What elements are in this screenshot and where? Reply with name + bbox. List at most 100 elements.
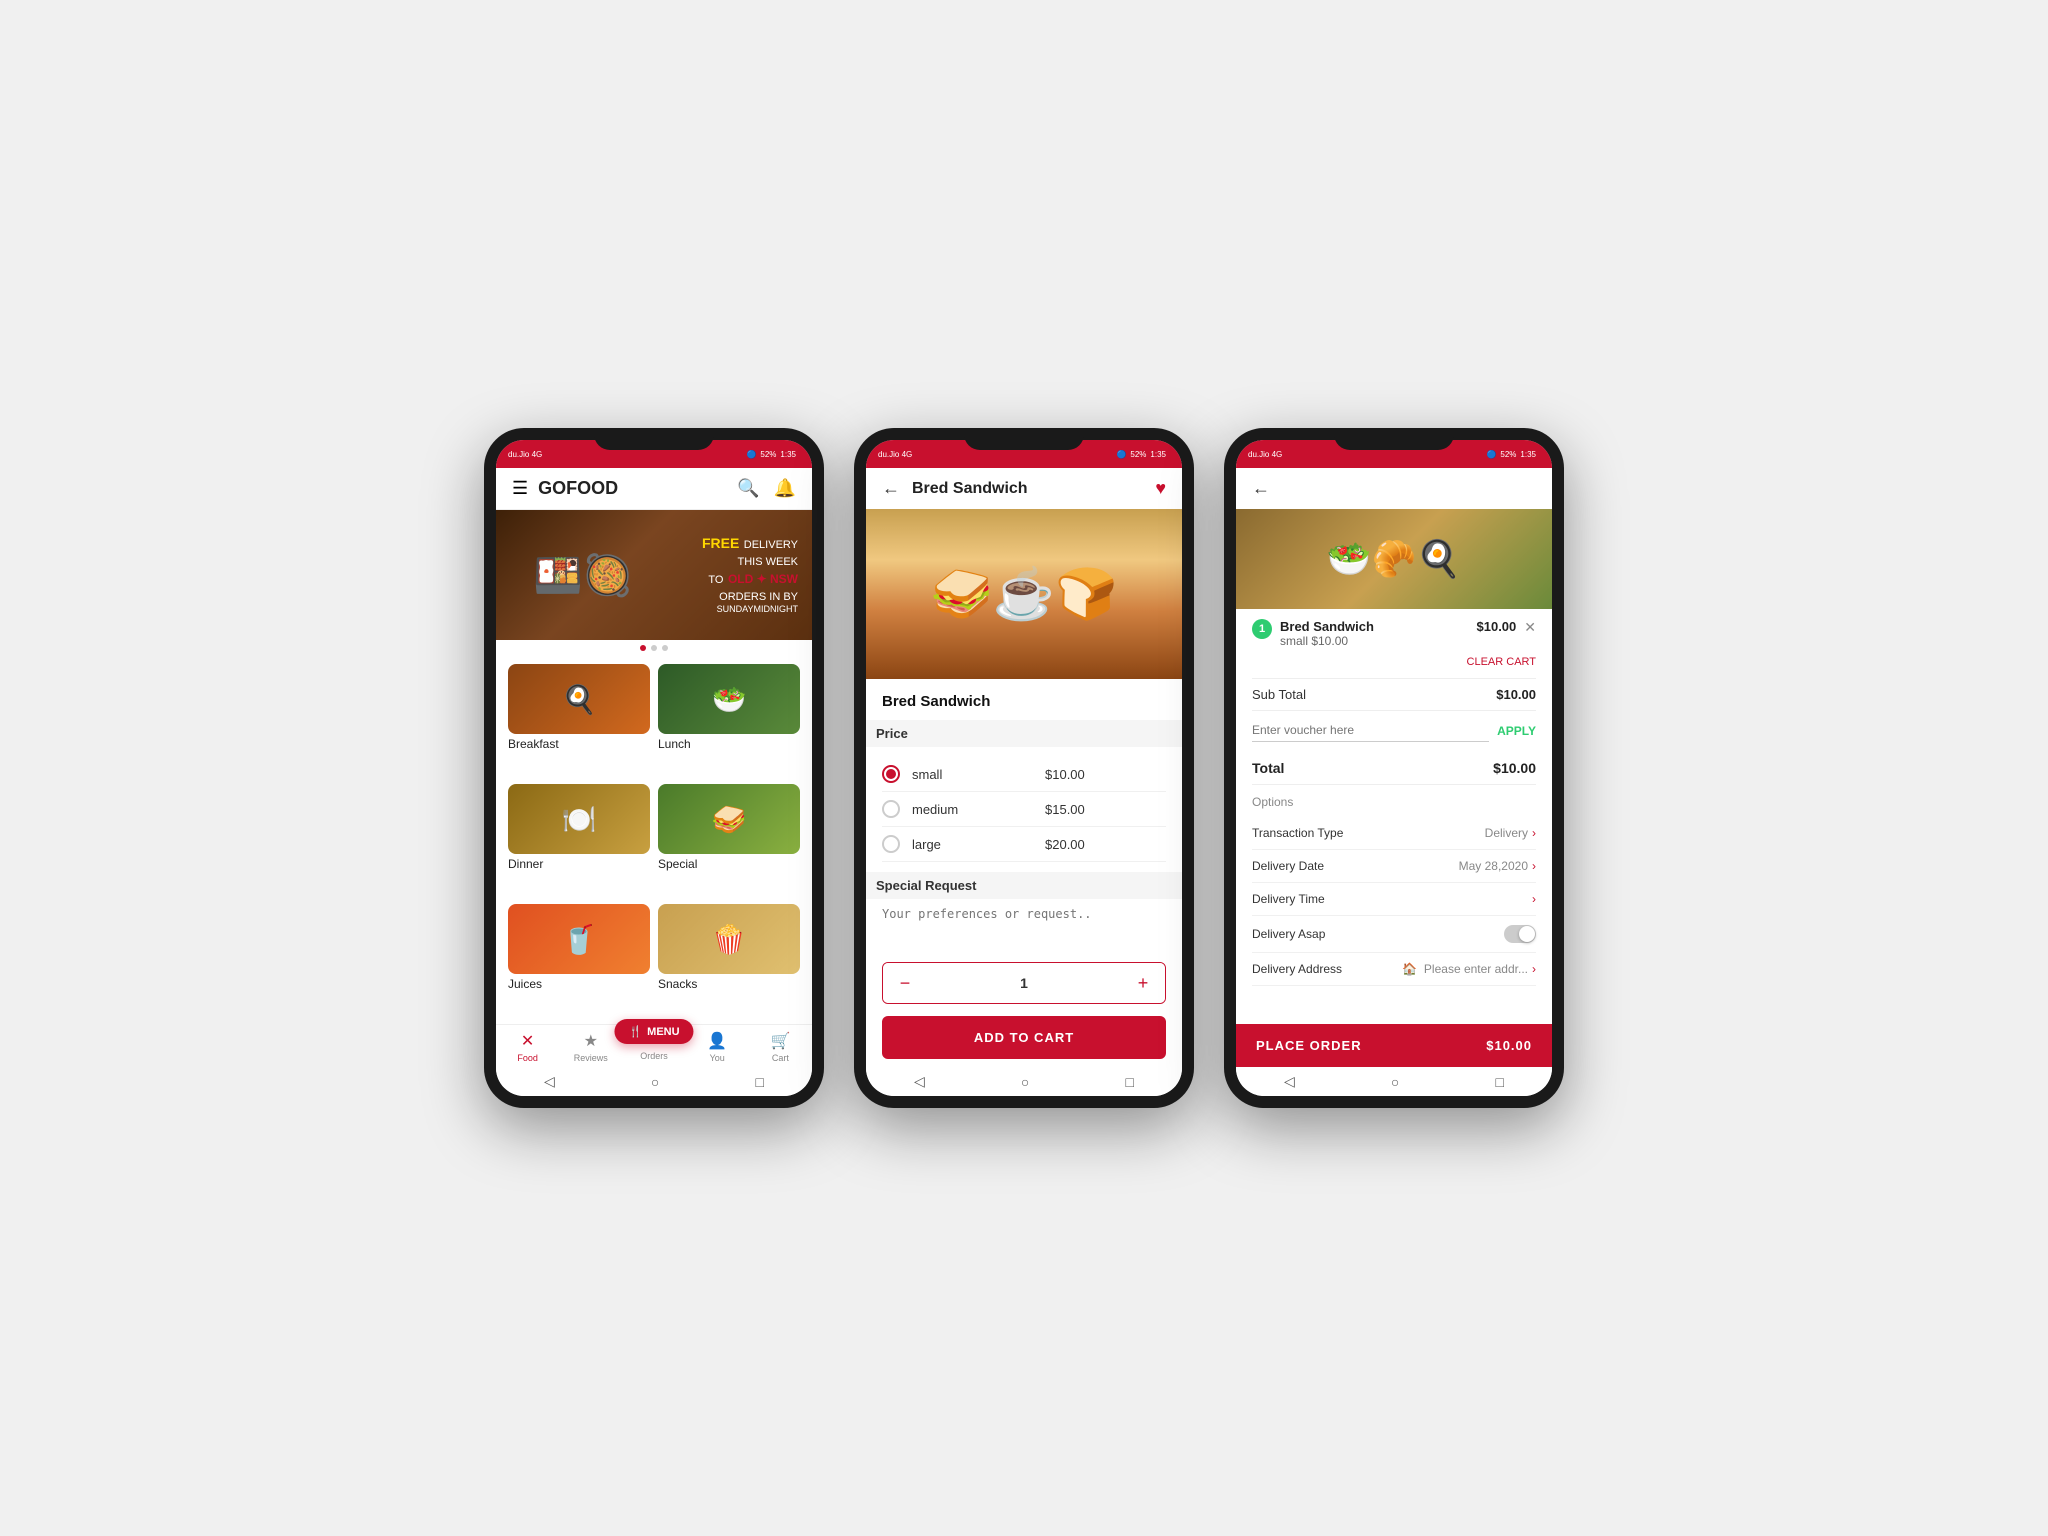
category-lunch[interactable]: 🥗 Lunch	[658, 664, 800, 776]
small-label: small	[912, 767, 1033, 782]
chevron-delivery-address: ›	[1532, 962, 1536, 976]
cart-item-info: Bred Sandwich small $10.00	[1280, 619, 1469, 648]
nav-orders-label: Orders	[640, 1051, 668, 1061]
juices-label: Juices	[508, 977, 650, 991]
place-order-button[interactable]: PLACE ORDER $10.00	[1236, 1024, 1552, 1067]
radio-large[interactable]	[882, 835, 900, 853]
nav-you-label: You	[710, 1053, 725, 1063]
back-button[interactable]: ←	[882, 478, 900, 499]
price-option-medium[interactable]: medium $15.00	[882, 792, 1166, 827]
place-order-label: PLACE ORDER	[1256, 1038, 1362, 1053]
home-system-btn-3[interactable]: ○	[1391, 1074, 1399, 1090]
option-delivery-asap[interactable]: Delivery Asap	[1252, 916, 1536, 953]
bluetooth-1: 🔵	[746, 450, 756, 459]
favorite-button[interactable]: ♥	[1155, 478, 1166, 499]
dot-1[interactable]	[640, 645, 646, 651]
categories-grid: 🍳 Breakfast 🥗 Lunch 🍽️ Dinner	[496, 656, 812, 1024]
clear-cart-button[interactable]: CLEAR CART	[1467, 656, 1536, 668]
total-value: $10.00	[1493, 760, 1536, 776]
large-label: large	[912, 837, 1033, 852]
dot-2[interactable]	[651, 645, 657, 651]
apply-voucher-button[interactable]: APPLY	[1497, 724, 1536, 738]
quantity-value: 1	[927, 975, 1121, 991]
category-breakfast[interactable]: 🍳 Breakfast	[508, 664, 650, 776]
radio-small[interactable]	[882, 765, 900, 783]
lunch-emoji: 🥗	[658, 664, 800, 734]
banner-line2: THIS WEEK	[702, 555, 798, 569]
cart-back-button[interactable]: ←	[1252, 478, 1270, 499]
nav-reviews[interactable]: ★ Reviews	[559, 1031, 622, 1063]
notch-1	[594, 428, 714, 450]
battery-3: 52%	[1500, 450, 1516, 459]
hamburger-menu[interactable]: ☰	[512, 478, 528, 499]
price-option-small[interactable]: small $10.00	[882, 757, 1166, 792]
header-icons: 🔍 🔔	[737, 478, 796, 499]
recent-system-btn-2[interactable]: □	[1125, 1074, 1133, 1090]
remove-item-button[interactable]: ✕	[1524, 619, 1536, 636]
juices-emoji: 🥤	[508, 904, 650, 974]
total-label: Total	[1252, 760, 1284, 776]
recent-system-btn-3[interactable]: □	[1495, 1074, 1503, 1090]
add-to-cart-button[interactable]: ADD TO CART	[882, 1016, 1166, 1059]
delivery-asap-toggle[interactable]	[1504, 925, 1536, 943]
category-dinner[interactable]: 🍽️ Dinner	[508, 784, 650, 896]
food-detail-content: Bred Sandwich Price small $10.00 medium …	[866, 679, 1182, 954]
dot-3[interactable]	[662, 645, 668, 651]
battery-1: 52%	[760, 450, 776, 459]
category-juices[interactable]: 🥤 Juices	[508, 904, 650, 1016]
price-section-label: Price	[866, 720, 1182, 747]
phones-container: du.Jio 4G 🔵 52% 1:35 ☰ GOFOOD 🔍 🔔	[484, 428, 1564, 1108]
chevron-delivery-time: ›	[1532, 892, 1536, 906]
radio-medium[interactable]	[882, 800, 900, 818]
decrement-button[interactable]: −	[883, 963, 927, 1003]
banner-line4: ORDERS IN BY	[702, 590, 798, 604]
back-system-btn-1[interactable]: ◁	[544, 1073, 555, 1090]
search-icon[interactable]: 🔍	[737, 478, 759, 499]
food-name: Bred Sandwich	[882, 693, 1166, 710]
dinner-image: 🍽️	[508, 784, 650, 854]
menu-fab[interactable]: 🍴 MENU	[614, 1019, 693, 1044]
screen-2: du.Jio 4G 🔵 52% 1:35 ← Bred Sandwich ♥ 🥪…	[866, 440, 1182, 1096]
bell-icon[interactable]: 🔔	[774, 478, 796, 499]
time-3: 1:35	[1520, 450, 1536, 459]
option-transaction-type[interactable]: Transaction Type Delivery ›	[1252, 817, 1536, 850]
category-snacks[interactable]: 🍿 Snacks	[658, 904, 800, 1016]
reviews-icon: ★	[584, 1031, 598, 1051]
option-delivery-address[interactable]: Delivery Address 🏠 Please enter addr... …	[1252, 953, 1536, 986]
carrier-2: du.Jio 4G	[878, 450, 912, 459]
back-system-btn-2[interactable]: ◁	[914, 1073, 925, 1090]
nav-cart[interactable]: 🛒 Cart	[749, 1031, 812, 1063]
app-header: ☰ GOFOOD 🔍 🔔	[496, 468, 812, 510]
nav-reviews-label: Reviews	[574, 1053, 608, 1063]
option-delivery-time[interactable]: Delivery Time ›	[1252, 883, 1536, 916]
radio-inner-small	[886, 769, 896, 779]
increment-button[interactable]: +	[1121, 963, 1165, 1003]
screen-1: du.Jio 4G 🔵 52% 1:35 ☰ GOFOOD 🔍 🔔	[496, 440, 812, 1096]
recent-system-btn-1[interactable]: □	[755, 1074, 763, 1090]
breakfast-label: Breakfast	[508, 737, 650, 751]
cart-item-price: $10.00	[1477, 619, 1517, 634]
cart-content: 1 Bred Sandwich small $10.00 $10.00 ✕ CL…	[1236, 609, 1552, 1024]
juices-image: 🥤	[508, 904, 650, 974]
nav-you[interactable]: 👤 You	[686, 1031, 749, 1063]
price-option-large[interactable]: large $20.00	[882, 827, 1166, 862]
transaction-type-value: Delivery ›	[1485, 826, 1536, 840]
banner-food-emoji: 🍱🥘	[496, 510, 670, 640]
option-delivery-date[interactable]: Delivery Date May 28,2020 ›	[1252, 850, 1536, 883]
banner-free: FREE DELIVERY	[702, 534, 798, 555]
special-request-label: Special Request	[866, 872, 1182, 899]
notch-2	[964, 428, 1084, 450]
back-system-btn-3[interactable]: ◁	[1284, 1073, 1295, 1090]
special-request-input[interactable]	[882, 907, 1166, 947]
category-special[interactable]: 🥪 Special	[658, 784, 800, 896]
home-icon: 🏠	[1402, 962, 1417, 976]
voucher-input[interactable]	[1252, 719, 1489, 742]
clear-cart-row: CLEAR CART	[1252, 656, 1536, 668]
promo-banner: 🍱🥘 FREE DELIVERY THIS WEEK TO OLD ✦ NSW …	[496, 510, 812, 640]
special-emoji: 🥪	[658, 784, 800, 854]
nav-food[interactable]: ✕ Food	[496, 1031, 559, 1063]
screen-3: du.Jio 4G 🔵 52% 1:35 ← 🥗🥐🍳 1	[1236, 440, 1552, 1096]
home-system-btn-1[interactable]: ○	[651, 1074, 659, 1090]
quantity-bar: − 1 +	[882, 962, 1166, 1004]
home-system-btn-2[interactable]: ○	[1021, 1074, 1029, 1090]
